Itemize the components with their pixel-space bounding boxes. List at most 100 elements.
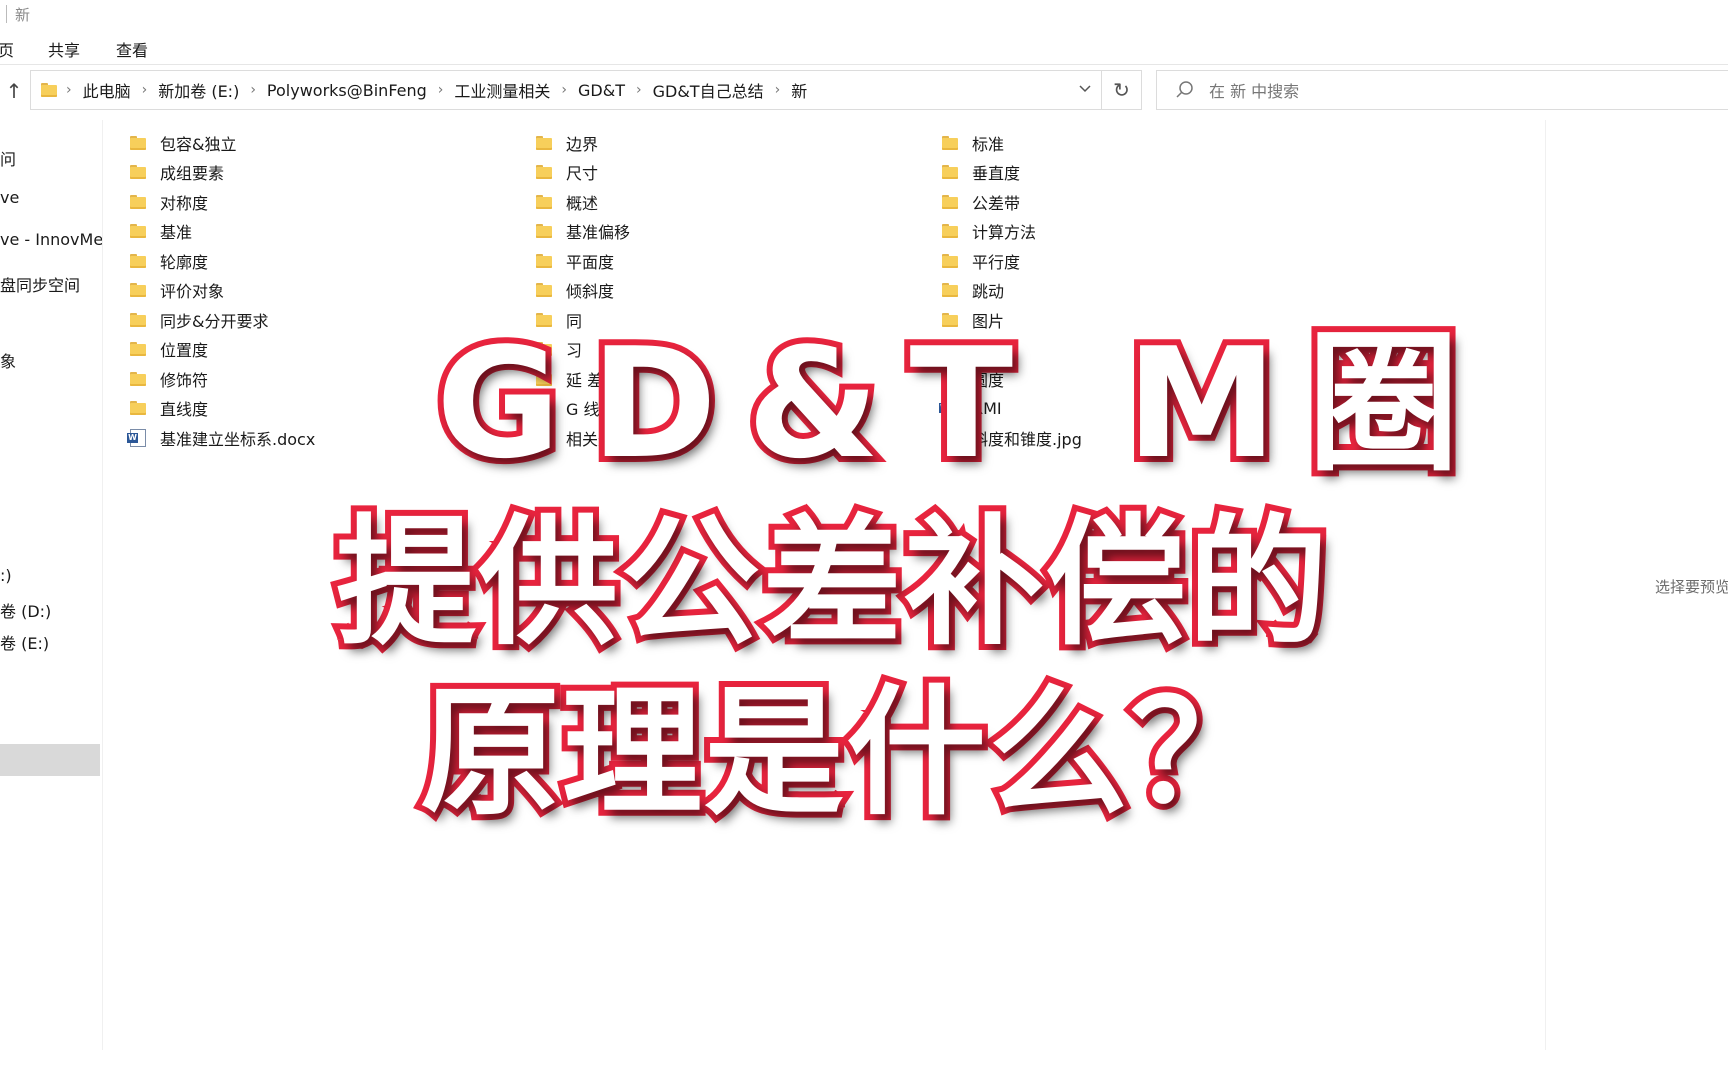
file-item[interactable]: 计算方法 — [942, 217, 1082, 247]
sidebar-item-onedrive[interactable]: ve — [0, 188, 19, 207]
file-item-icon-wrap — [536, 399, 556, 418]
folder-icon — [536, 165, 552, 180]
search-input[interactable] — [1207, 79, 1691, 103]
file-item-label: 轮廓度 — [160, 252, 209, 272]
chevron-right-icon[interactable]: › — [250, 82, 256, 98]
file-item[interactable]: 习 — [536, 335, 673, 365]
breadcrumb-gdt[interactable]: GD&T — [578, 81, 625, 100]
file-item-label: 包容&独立 — [160, 134, 237, 154]
folder-icon — [942, 165, 958, 180]
file-item-label: G 线.jp — [566, 400, 620, 420]
file-item-icon-wrap — [536, 283, 556, 298]
file-item[interactable]: 相切 — [942, 335, 1082, 365]
file-item-label: 跳动 — [972, 282, 1005, 302]
file-item[interactable]: 跳动 — [942, 276, 1082, 306]
file-item[interactable]: 位置度 — [130, 335, 315, 365]
file-item[interactable]: W RMI — [939, 394, 1082, 424]
file-item-icon-wrap — [942, 165, 962, 180]
chevron-right-icon[interactable]: › — [561, 82, 567, 98]
file-item[interactable]: 基准偏移 — [536, 217, 673, 247]
tab-share[interactable]: 共享 — [48, 37, 80, 61]
file-item[interactable]: W 相关规范.docx — [533, 423, 673, 453]
file-item[interactable]: 同步&分开要求 — [130, 305, 315, 335]
file-item[interactable]: 成组要素 — [130, 158, 315, 188]
up-arrow-icon[interactable]: ↑ — [2, 78, 26, 104]
file-item-icon-wrap — [130, 135, 150, 150]
file-item-label: 基准偏移 — [566, 223, 631, 243]
file-item-icon-wrap — [130, 253, 150, 268]
folder-icon — [130, 371, 146, 386]
sidebar-item-sync-space[interactable]: 盘同步空间 — [0, 272, 80, 296]
file-item[interactable]: 基准 — [130, 217, 315, 247]
file-item[interactable]: 包容&独立 — [130, 128, 315, 158]
file-item-icon-wrap: W — [127, 428, 150, 447]
folder-icon — [130, 401, 146, 416]
breadcrumb-current[interactable]: 新 — [791, 78, 807, 102]
file-item-icon-wrap: W — [939, 399, 962, 418]
folder-icon — [536, 371, 552, 386]
tab-home[interactable]: 页 — [0, 37, 14, 61]
file-item[interactable]: 直线度 — [130, 394, 315, 424]
preview-pane-text: 选择要预览 — [1655, 578, 1728, 596]
breadcrumb-drive-e[interactable]: 新加卷 (E:) — [158, 78, 239, 102]
file-item-label: RMI — [972, 398, 1002, 418]
file-item[interactable]: 延 差带 — [536, 364, 673, 394]
chevron-right-icon[interactable]: › — [636, 82, 642, 98]
file-item[interactable]: 边界 — [536, 128, 673, 158]
file-item-icon-wrap — [942, 312, 962, 327]
refresh-icon[interactable]: ↻ — [1102, 70, 1142, 110]
title-bar: 新 — [0, 0, 1728, 30]
file-item[interactable]: 对称度 — [130, 187, 315, 217]
folder-icon — [536, 283, 552, 298]
search-box[interactable] — [1156, 70, 1728, 110]
file-item[interactable]: G 线.jp — [536, 394, 673, 424]
file-item[interactable]: 平面度 — [536, 246, 673, 276]
sidebar-item-drive-d[interactable]: 卷 (D:) — [0, 598, 51, 622]
address-bar[interactable]: › 此电脑 › 新加卷 (E:) › Polyworks@BinFeng › 工… — [30, 70, 1102, 110]
window-title: 新 — [15, 6, 31, 24]
folder-icon — [536, 224, 552, 239]
chevron-right-icon[interactable]: › — [438, 82, 444, 98]
file-item[interactable]: 概述 — [536, 187, 673, 217]
tab-view[interactable]: 查看 — [116, 37, 148, 61]
chevron-down-icon[interactable] — [1077, 80, 1093, 96]
image-file-icon — [942, 428, 956, 447]
nav-pane-divider — [102, 120, 103, 1050]
file-item[interactable]: 修饰符 — [130, 364, 315, 394]
file-item[interactable]: 斜度和锥度.jpg — [942, 423, 1082, 453]
file-item-label: 平面度 — [566, 252, 615, 272]
file-item-icon-wrap — [942, 428, 962, 447]
file-item-label: 尺寸 — [566, 164, 599, 184]
file-item[interactable]: 垂直度 — [942, 158, 1082, 188]
file-item[interactable]: 标准 — [942, 128, 1082, 158]
file-item[interactable]: 平行度 — [942, 246, 1082, 276]
file-item-label: 图片 — [972, 311, 1005, 331]
file-item-label: 相切 — [972, 341, 1005, 361]
file-item[interactable]: 尺寸 — [536, 158, 673, 188]
file-item[interactable]: 圆度 — [942, 364, 1082, 394]
file-item[interactable]: 公差带 — [942, 187, 1082, 217]
sidebar-item-onedrive-innovme[interactable]: ve - InnovMe — [0, 230, 102, 249]
folder-icon — [536, 312, 552, 327]
file-item[interactable]: 倾斜度 — [536, 276, 673, 306]
file-item[interactable]: 轮廓度 — [130, 246, 315, 276]
file-item-icon-wrap — [130, 283, 150, 298]
chevron-right-icon[interactable]: › — [775, 82, 781, 98]
file-item[interactable]: 评价对象 — [130, 276, 315, 306]
sidebar-item-drive-c[interactable]: :) — [0, 566, 12, 585]
file-item-label: 标准 — [972, 134, 1005, 154]
file-item[interactable]: W 基准建立坐标系.docx — [127, 423, 315, 453]
breadcrumb-industrial-measurement[interactable]: 工业测量相关 — [454, 78, 550, 102]
folder-icon — [130, 312, 146, 327]
breadcrumb-polyworks[interactable]: Polyworks@BinFeng — [267, 81, 427, 100]
folder-icon — [536, 342, 552, 357]
sidebar-item-quick-access[interactable]: 问 — [0, 146, 16, 170]
breadcrumb-gdt-summary[interactable]: GD&T自己总结 — [653, 78, 764, 102]
sidebar-item-drive-e[interactable]: 卷 (E:) — [0, 630, 49, 654]
sidebar-item-3d-objects[interactable]: 象 — [0, 348, 16, 372]
chevron-right-icon[interactable]: › — [66, 82, 72, 98]
breadcrumb-this-pc[interactable]: 此电脑 — [83, 78, 131, 102]
file-item[interactable]: 同 — [536, 305, 673, 335]
file-item[interactable]: 图片 — [942, 305, 1082, 335]
chevron-right-icon[interactable]: › — [142, 82, 148, 98]
